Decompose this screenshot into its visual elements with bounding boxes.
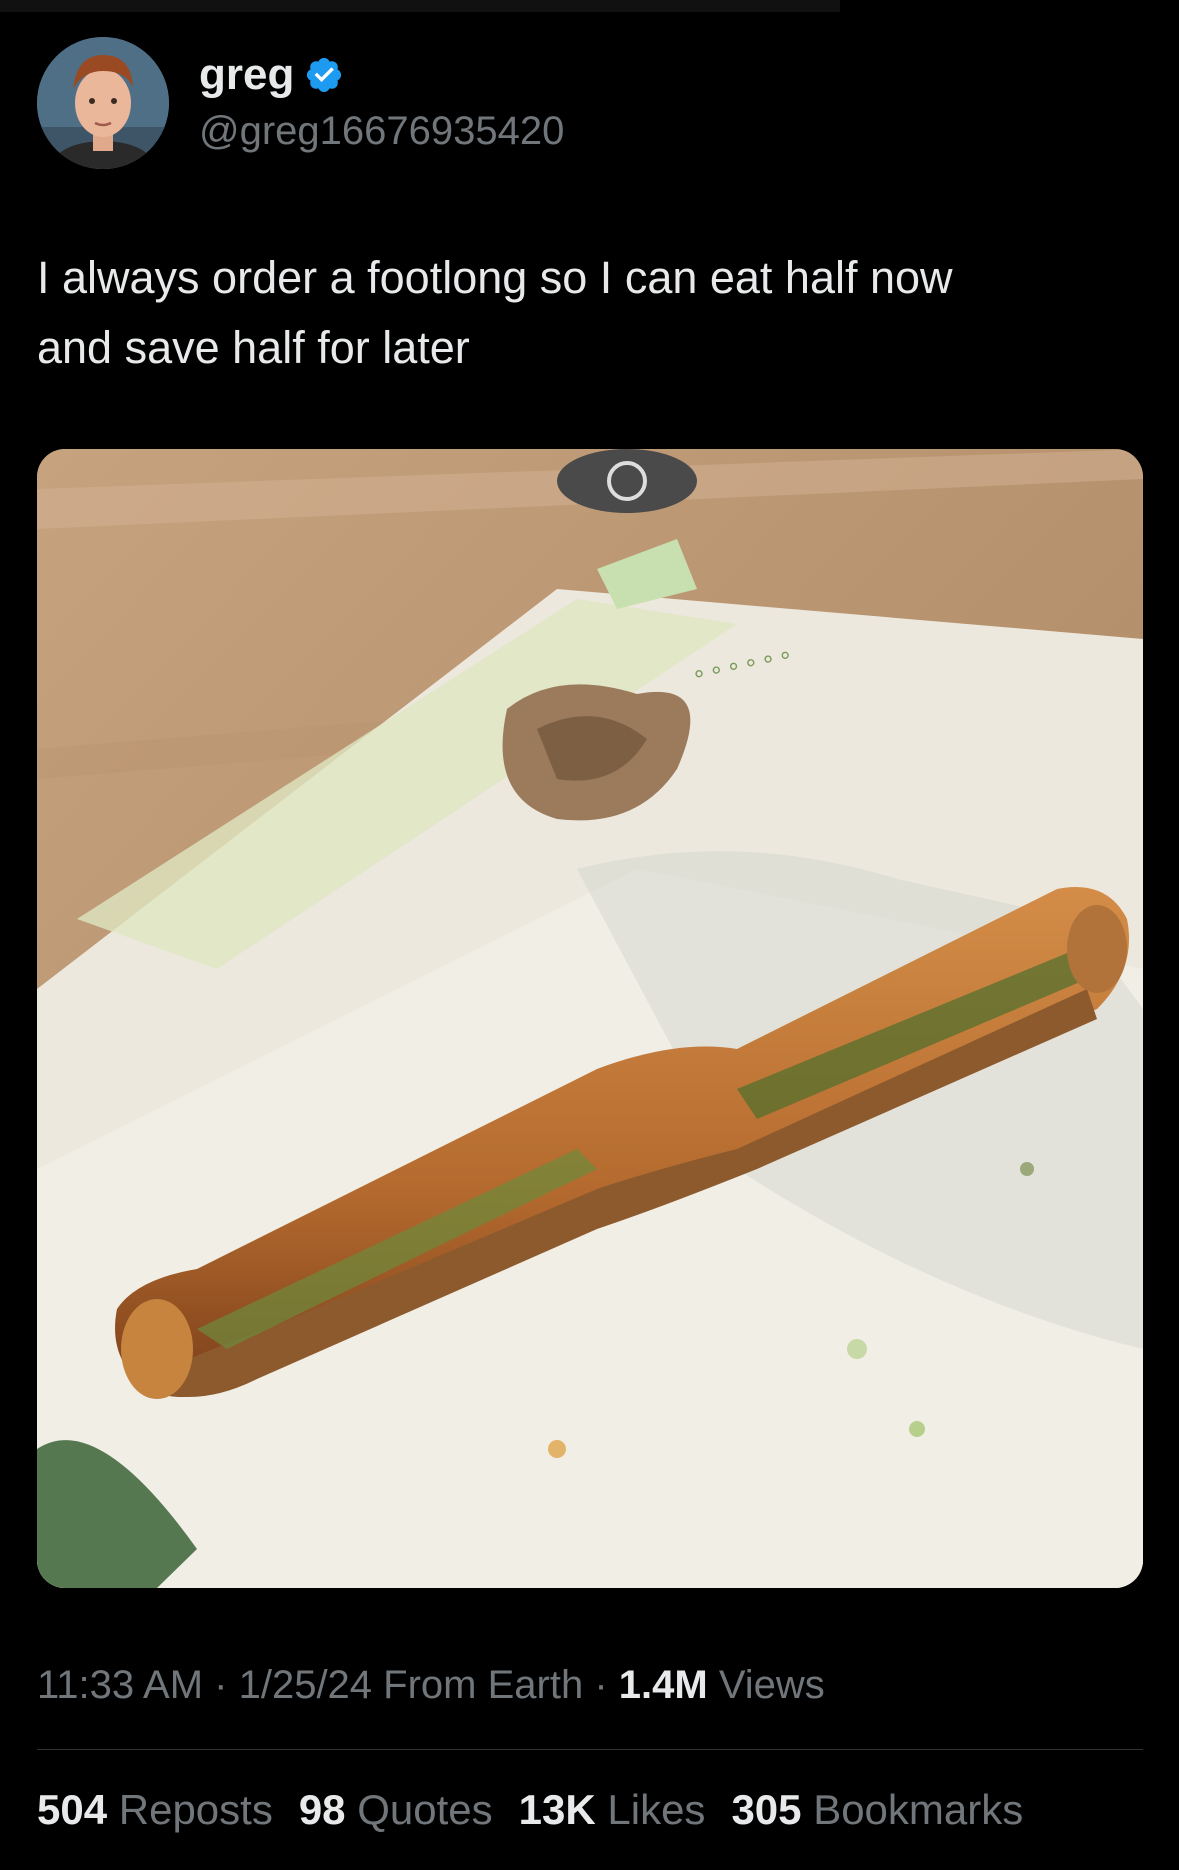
reposts-count: 504 bbox=[37, 1786, 108, 1833]
quotes-count: 98 bbox=[298, 1786, 346, 1833]
views-label: Views bbox=[707, 1663, 825, 1707]
stat-reposts[interactable]: 504 Reposts bbox=[37, 1785, 273, 1835]
likes-label: Likes bbox=[607, 1786, 706, 1833]
user-handle[interactable]: @greg16676935420 bbox=[199, 104, 564, 158]
reposts-label: Reposts bbox=[118, 1786, 273, 1833]
display-name[interactable]: greg bbox=[199, 48, 294, 102]
divider bbox=[37, 1749, 1143, 1750]
avatar[interactable] bbox=[37, 37, 169, 169]
tweet-text: I always order a footlong so I can eat h… bbox=[37, 252, 953, 373]
tweet-meta: 11:33 AM · 1/25/24 From Earth · 1.4M Vie… bbox=[37, 1660, 825, 1710]
sandwich-photo: ° ° ° ° ° ° bbox=[37, 449, 1143, 1588]
quotes-label: Quotes bbox=[357, 1786, 493, 1833]
tweet-source: From Earth bbox=[372, 1663, 584, 1707]
avatar-image bbox=[37, 37, 169, 169]
meta-separator: · bbox=[583, 1663, 619, 1707]
likes-count: 13K bbox=[518, 1786, 596, 1833]
tweet-date[interactable]: 1/25/24 bbox=[239, 1663, 372, 1707]
tweet-photo[interactable]: ° ° ° ° ° ° bbox=[37, 449, 1143, 1588]
bookmarks-count: 305 bbox=[731, 1786, 802, 1833]
tweet-time[interactable]: 11:33 AM bbox=[37, 1663, 203, 1707]
engagement-stats: 504 Reposts 98 Quotes 13K Likes 305 Book… bbox=[37, 1785, 1049, 1835]
stat-quotes[interactable]: 98 Quotes bbox=[299, 1785, 493, 1835]
views-count: 1.4M bbox=[618, 1663, 708, 1707]
tweet-header: greg @greg16676935420 bbox=[37, 37, 564, 169]
verified-badge-icon bbox=[304, 55, 344, 95]
bookmarks-label: Bookmarks bbox=[813, 1786, 1024, 1833]
stat-bookmarks[interactable]: 305 Bookmarks bbox=[731, 1785, 1023, 1835]
top-bar bbox=[0, 0, 840, 12]
stat-likes[interactable]: 13K Likes bbox=[519, 1785, 706, 1835]
meta-separator: · bbox=[203, 1663, 239, 1707]
